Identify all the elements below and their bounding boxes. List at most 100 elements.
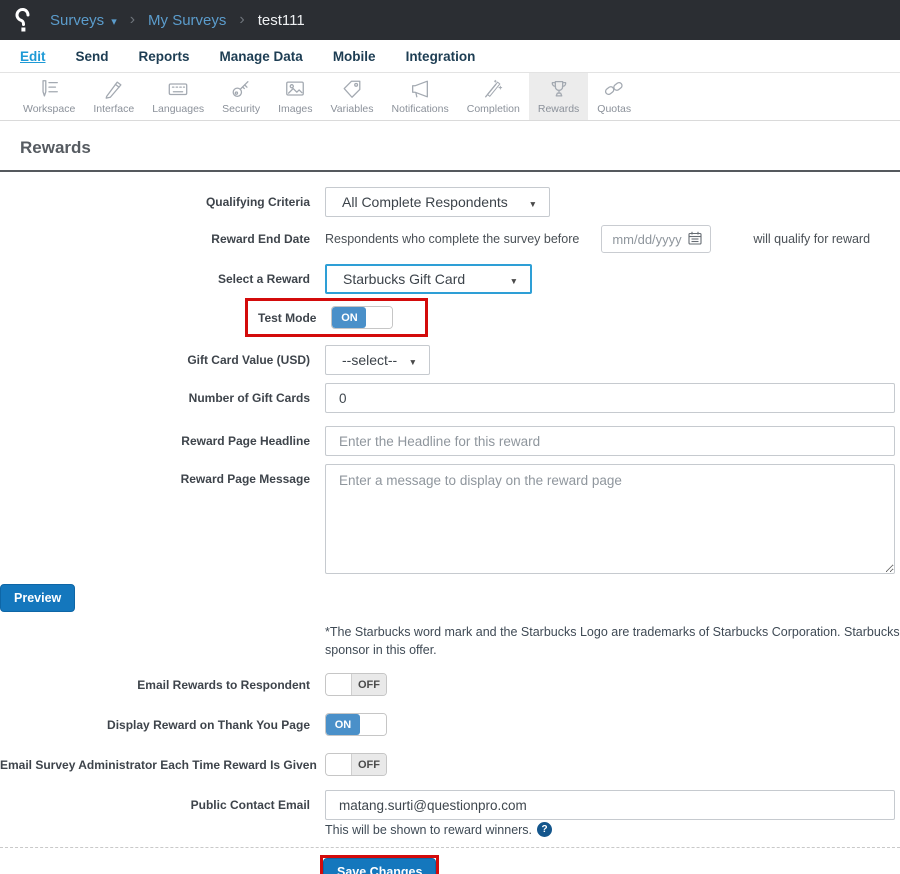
toolbar-item-workspace[interactable]: Workspace — [14, 73, 84, 120]
reward-page-headline-label: Reward Page Headline — [181, 434, 310, 448]
breadcrumb-surveys-label: Surveys — [50, 11, 105, 29]
save-changes-highlight-box: Save Changes — [320, 855, 440, 874]
dropdown-arrow-icon — [510, 271, 518, 287]
menu-item-edit[interactable]: Edit — [20, 49, 46, 64]
preview-button[interactable]: Preview — [0, 584, 76, 612]
reward-end-date-field[interactable] — [601, 225, 712, 253]
disclaimer-line-1: *The Starbucks word mark and the Starbuc… — [325, 625, 900, 639]
menu-item-mobile[interactable]: Mobile — [333, 49, 376, 64]
reward-end-date-input[interactable] — [612, 231, 689, 247]
toggle-on-label: ON — [332, 307, 367, 328]
languages-icon — [167, 78, 189, 100]
help-question-icon[interactable]: ? — [537, 822, 553, 837]
toolbar-item-completion[interactable]: Completion — [458, 73, 529, 120]
save-changes-button[interactable]: Save Changes — [323, 858, 437, 874]
select-reward-select[interactable]: Starbucks Gift Card — [325, 264, 532, 294]
gift-card-value-value: --select-- — [342, 352, 398, 368]
number-of-gift-cards-label: Number of Gift Cards — [188, 391, 310, 405]
toggle-off-label: OFF — [352, 674, 386, 695]
qualifying-criteria-row: Qualifying Criteria All Complete Respond… — [0, 187, 900, 217]
toggle-knob — [326, 754, 352, 775]
test-mode-row: Test Mode ON — [0, 298, 900, 337]
variables-icon — [341, 78, 363, 100]
breadcrumb: Surveys My Surveys test111 — [50, 11, 305, 29]
toggle-on-label: ON — [326, 714, 360, 735]
display-reward-label: Display Reward on Thank You Page — [107, 717, 310, 732]
test-mode-label: Test Mode — [258, 310, 317, 325]
reward-end-date-row: Reward End Date Respondents who complete… — [0, 225, 900, 253]
dropdown-arrow-icon — [409, 352, 417, 368]
chevron-down-icon — [104, 12, 117, 29]
rewards-settings-page: Surveys My Surveys test111 Edit Send Rep… — [0, 0, 900, 874]
help-text: This will be shown to reward winners. — [325, 822, 533, 837]
qualifying-criteria-label: Qualifying Criteria — [205, 195, 310, 209]
toggle-off-label: OFF — [352, 754, 386, 775]
toolbar-item-notifications[interactable]: Notifications — [383, 73, 458, 120]
toolbar-item-interface[interactable]: Interface — [84, 73, 143, 120]
gift-card-value-row: Gift Card Value (USD) --select-- — [0, 345, 900, 375]
display-reward-row: Display Reward on Thank You Page ON — [0, 713, 900, 736]
email-admin-row: Email Survey Administrator Each Time Rew… — [0, 753, 900, 776]
security-icon — [230, 78, 252, 100]
menu-item-reports[interactable]: Reports — [139, 49, 190, 64]
save-row: Save Changes — [0, 855, 900, 874]
toggle-knob — [360, 714, 386, 735]
gift-card-value-select[interactable]: --select-- — [325, 345, 430, 375]
breadcrumb-separator-icon — [239, 11, 244, 29]
topbar: Surveys My Surveys test111 — [0, 0, 900, 40]
email-rewards-toggle[interactable]: OFF — [325, 673, 387, 696]
breadcrumb-surveys[interactable]: Surveys — [50, 12, 117, 29]
toolbar-item-variables[interactable]: Variables — [322, 73, 383, 120]
number-of-gift-cards-input[interactable] — [325, 383, 895, 413]
notifications-icon — [409, 78, 431, 100]
qualifying-criteria-value: All Complete Respondents — [342, 194, 508, 210]
toggle-knob — [366, 307, 393, 328]
dashed-divider — [0, 847, 900, 848]
calendar-icon[interactable] — [688, 231, 702, 248]
images-icon — [284, 78, 306, 100]
public-contact-email-help: This will be shown to reward winners. ? — [325, 822, 900, 837]
reward-page-headline-input[interactable] — [325, 426, 895, 456]
reward-page-message-label: Reward Page Message — [180, 472, 310, 486]
public-contact-email-label: Public Contact Email — [190, 798, 310, 812]
reward-page-message-textarea[interactable] — [325, 464, 895, 574]
workspace-icon — [38, 78, 60, 100]
menu-item-manage-data[interactable]: Manage Data — [220, 49, 303, 64]
test-mode-toggle[interactable]: ON — [331, 306, 394, 329]
public-contact-email-row: Public Contact Email — [0, 790, 900, 820]
public-contact-email-input[interactable] — [325, 790, 895, 820]
interface-icon — [103, 78, 125, 100]
email-admin-toggle[interactable]: OFF — [325, 753, 387, 776]
toolbar-item-languages[interactable]: Languages — [143, 73, 213, 120]
test-mode-highlight-box: Test Mode ON — [245, 298, 429, 337]
rewards-settings-content: Rewards Qualifying Criteria All Complete… — [0, 138, 900, 874]
page-title: Rewards — [20, 138, 91, 157]
select-reward-label: Select a Reward — [217, 272, 310, 286]
qualifying-criteria-select[interactable]: All Complete Respondents — [325, 187, 550, 217]
reward-page-headline-row: Reward Page Headline — [0, 426, 900, 456]
toolbar-item-images[interactable]: Images — [269, 73, 321, 120]
disclaimer-line-2: sponsor in this offer. — [325, 642, 437, 657]
gift-card-value-label: Gift Card Value (USD) — [187, 353, 310, 367]
toolbar-item-security[interactable]: Security — [213, 73, 269, 120]
reward-end-date-label: Reward End Date — [211, 232, 310, 246]
reward-end-date-before-text: Respondents who complete the survey befo… — [325, 232, 580, 246]
preview-row: Preview — [0, 584, 900, 612]
select-reward-row: Select a Reward Starbucks Gift Card — [0, 264, 900, 294]
rewards-trophy-icon — [548, 78, 570, 100]
rewards-form: Qualifying Criteria All Complete Respond… — [0, 172, 900, 874]
email-rewards-label: Email Rewards to Respondent — [137, 677, 310, 692]
number-of-gift-cards-row: Number of Gift Cards — [0, 383, 900, 413]
toolbar-item-rewards[interactable]: Rewards — [528, 73, 589, 120]
toolbar-item-quotas[interactable]: Quotas — [588, 73, 640, 120]
questionpro-logo-icon[interactable] — [14, 6, 34, 34]
menu-item-send[interactable]: Send — [76, 49, 109, 64]
quotas-icon — [603, 78, 625, 100]
toggle-knob — [326, 674, 352, 695]
breadcrumb-current-survey: test111 — [257, 11, 305, 29]
email-admin-label: Email Survey Administrator Each Time Rew… — [0, 757, 317, 772]
settings-toolbar: Workspace Interface Languages Security I… — [0, 73, 900, 121]
display-reward-toggle[interactable]: ON — [325, 713, 387, 736]
breadcrumb-my-surveys[interactable]: My Surveys — [148, 12, 226, 29]
menu-item-integration[interactable]: Integration — [406, 49, 476, 64]
